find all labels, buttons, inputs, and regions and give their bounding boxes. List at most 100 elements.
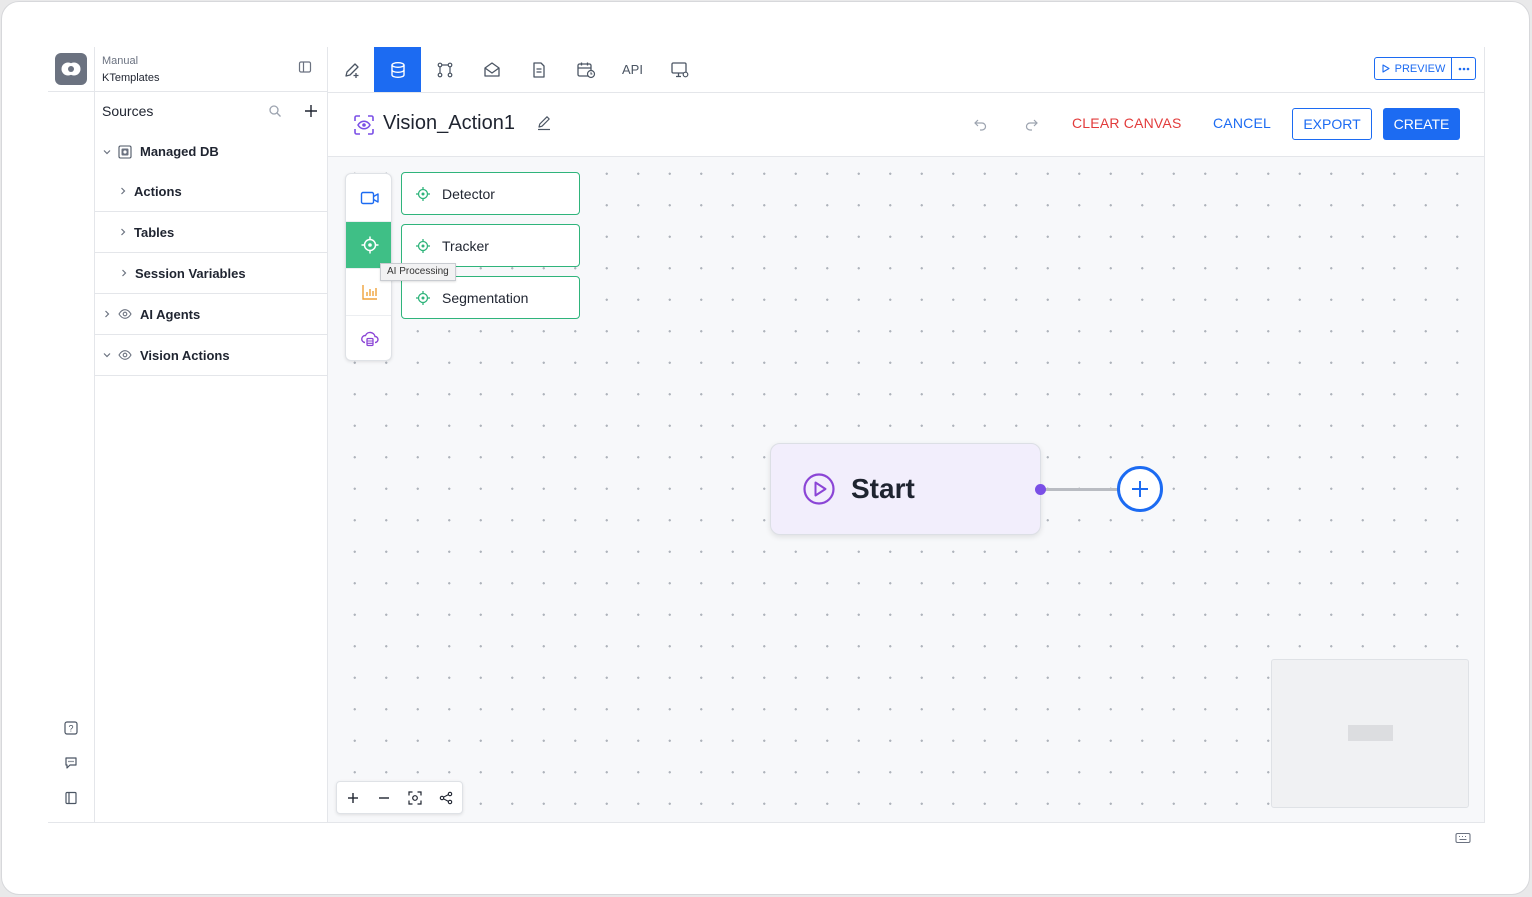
edit-title-button[interactable] (536, 115, 554, 133)
search-sources-button[interactable] (268, 104, 282, 118)
node-label: Segmentation (442, 289, 529, 306)
target-icon (361, 236, 378, 254)
flow-title: Vision_Action1 (383, 112, 515, 134)
database-icon (118, 144, 132, 159)
help-button[interactable]: ? (62, 719, 80, 737)
workspace-label: Manual (102, 55, 139, 67)
layout-icon (439, 791, 452, 804)
palette-tooltip: AI Processing (380, 263, 456, 281)
sidebar-toggle-icon (298, 61, 312, 73)
tree-tables[interactable]: Tables (95, 212, 328, 253)
book-icon (65, 791, 77, 805)
flow-canvas[interactable]: Detector Tracker Segmentation AI Process… (328, 157, 1484, 823)
bar-chart-icon (361, 285, 377, 300)
docs-button[interactable] (62, 789, 80, 807)
target-icon (416, 186, 430, 201)
api-label: API (622, 62, 643, 77)
tree-managed-db[interactable]: Managed DB (95, 131, 328, 172)
search-icon (269, 105, 281, 117)
tree-label: AI Agents (140, 306, 201, 322)
tab-schedule[interactable] (562, 47, 609, 92)
undo-button[interactable] (973, 116, 989, 132)
more-options-button[interactable] (1451, 57, 1476, 80)
monitor-settings-icon (670, 61, 688, 77)
sidebar-divider (95, 91, 328, 92)
flow-header: Vision_Action1 CLEAR CANVAS CANCEL EXPOR… (328, 93, 1484, 157)
connection-edge (1043, 488, 1119, 491)
tab-api[interactable]: API (609, 47, 656, 92)
play-circle-icon (803, 473, 835, 505)
redo-button[interactable] (1023, 116, 1039, 132)
tab-design[interactable] (328, 47, 375, 92)
palette-ai-processing[interactable] (346, 221, 391, 268)
camera-icon (360, 191, 379, 204)
node-label: Detector (442, 185, 495, 202)
minimap-node (1348, 725, 1393, 741)
keyboard-icon (1455, 832, 1471, 844)
app-window: ? Manual KTemplates Sources Managed DB A… (1, 1, 1530, 895)
export-button[interactable]: EXPORT (1292, 108, 1372, 140)
tree-label: Managed DB (140, 144, 219, 159)
minus-icon (378, 796, 389, 799)
eye-icon (118, 309, 132, 319)
tree-label: Actions (134, 183, 182, 199)
collapse-sidebar-button[interactable] (298, 60, 314, 76)
workspace-info: Manual KTemplates (102, 53, 159, 87)
tree-actions[interactable]: Actions (95, 171, 328, 212)
feedback-button[interactable] (62, 754, 80, 772)
pencil-icon (538, 116, 550, 131)
create-button[interactable]: CREATE (1383, 108, 1460, 140)
logo-icon (61, 62, 81, 76)
tab-database[interactable] (374, 47, 421, 92)
add-node-button[interactable] (1117, 466, 1163, 512)
start-label: Start (851, 473, 915, 504)
minimap[interactable] (1271, 659, 1469, 808)
mail-icon (483, 61, 500, 77)
chevron-right-icon (121, 228, 126, 236)
palette-node-detector[interactable]: Detector (401, 172, 580, 215)
left-rail: ? (48, 47, 95, 823)
zoom-out-button[interactable] (368, 782, 399, 813)
tab-mail[interactable] (468, 47, 515, 92)
palette-output[interactable] (346, 315, 391, 360)
svg-text:?: ? (68, 724, 73, 734)
redo-icon (1025, 119, 1038, 131)
plus-icon (305, 105, 317, 117)
tree-label: Vision Actions (140, 347, 230, 363)
calendar-clock-icon (576, 62, 595, 78)
palette-node-tracker[interactable]: Tracker (401, 224, 580, 267)
workspace-name: KTemplates (102, 72, 160, 84)
add-source-button[interactable] (303, 103, 319, 119)
help-icon: ? (64, 721, 78, 735)
clear-canvas-button[interactable]: CLEAR CANVAS (1072, 115, 1182, 131)
keyboard-shortcuts-button[interactable] (1455, 832, 1471, 844)
play-icon (1382, 64, 1390, 73)
plus-icon (347, 792, 358, 803)
vision-scan-icon (354, 115, 374, 135)
top-toolbar: API PREVIEW (328, 47, 1484, 93)
chevron-right-icon (121, 187, 126, 195)
pen-plus-icon (344, 62, 359, 78)
palette-node-segmentation[interactable]: Segmentation (401, 276, 580, 319)
start-node[interactable]: Start (770, 443, 1041, 535)
undo-icon (974, 119, 987, 131)
tree-vision-actions[interactable]: Vision Actions (95, 335, 328, 376)
tree-session-variables[interactable]: Session Variables (95, 253, 328, 294)
fit-view-button[interactable] (399, 782, 430, 813)
auto-layout-button[interactable] (430, 782, 461, 813)
output-port[interactable] (1035, 484, 1046, 495)
cancel-button[interactable]: CANCEL (1213, 115, 1271, 131)
zoom-in-button[interactable] (337, 782, 368, 813)
tree-ai-agents[interactable]: AI Agents (95, 294, 328, 335)
preview-button[interactable]: PREVIEW (1374, 57, 1452, 80)
rail-divider (48, 91, 95, 92)
app-logo[interactable] (55, 53, 87, 85)
cloud-database-icon (360, 331, 379, 347)
tab-document[interactable] (515, 47, 562, 92)
database-icon (390, 61, 405, 78)
canvas-right-border (1484, 47, 1485, 823)
tab-workflow[interactable] (421, 47, 468, 92)
palette-video-input[interactable] (346, 174, 391, 221)
tab-monitor[interactable] (656, 47, 703, 92)
chevron-right-icon (105, 310, 110, 318)
